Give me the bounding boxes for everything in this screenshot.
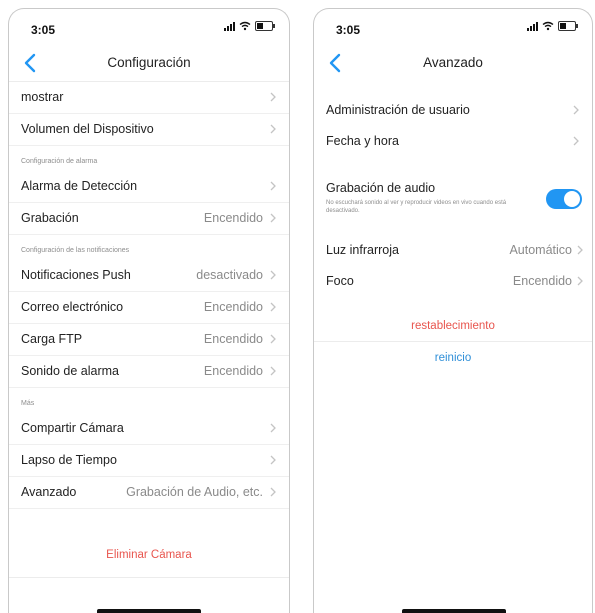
settings-row-ftp[interactable]: Carga FTP Encendido — [9, 324, 289, 356]
row-value: Encendido — [512, 274, 572, 288]
chevron-right-icon — [573, 136, 579, 146]
signal-icon — [527, 21, 538, 31]
status-time: 3:05 — [336, 23, 361, 37]
page-title: Configuración — [107, 55, 191, 70]
settings-row-detection-alarm[interactable]: Alarma de Detección — [9, 171, 289, 203]
battery-icon — [558, 21, 578, 31]
row-label: mostrar — [21, 90, 64, 104]
chevron-right-icon — [270, 124, 276, 134]
home-indicator — [97, 609, 201, 613]
divider — [314, 341, 592, 342]
settings-row-timelapse[interactable]: Lapso de Tiempo — [9, 445, 289, 477]
row-label: Volumen del Dispositivo — [21, 122, 154, 136]
chevron-right-icon — [270, 181, 276, 191]
section-label: Configuración de las notificaciones — [21, 247, 130, 254]
audio-recording-label: Grabación de audio — [326, 181, 436, 195]
settings-row-email[interactable]: Correo electrónico Encendido — [9, 292, 289, 324]
row-value: Encendido — [203, 211, 263, 225]
row-label: Sonido de alarma — [21, 364, 119, 378]
section-header-notifications: Configuración de las notificaciones — [9, 235, 289, 260]
row-value: desactivado — [196, 268, 263, 282]
chevron-right-icon — [270, 366, 276, 376]
settings-row-advanced[interactable]: Avanzado Grabación de Audio, etc. — [9, 477, 289, 509]
page-title: Avanzado — [423, 55, 483, 70]
status-bar: 3:05 — [336, 21, 578, 41]
section-label: Más — [21, 400, 35, 407]
audio-recording-row: Grabación de audio No escuchará sonido a… — [314, 179, 592, 225]
settings-row-spotlight[interactable]: Foco Encendido — [314, 266, 592, 297]
row-value: Encendido — [203, 332, 263, 346]
settings-row-date-time[interactable]: Fecha y hora — [314, 126, 592, 157]
chevron-right-icon — [270, 302, 276, 312]
wifi-icon — [239, 21, 251, 31]
settings-screen: 3:05 Configuración mostrar Volumen del D… — [8, 8, 290, 613]
settings-list: mostrar Volumen del Dispositivo Configur… — [9, 82, 289, 509]
advanced-list-top: Administración de usuario Fecha y hora — [314, 95, 592, 157]
chevron-right-icon — [270, 423, 276, 433]
audio-recording-toggle[interactable] — [546, 189, 582, 209]
advanced-screen: 3:05 Avanzado Administración de usuario … — [313, 8, 593, 613]
chevron-right-icon — [270, 270, 276, 280]
battery-icon — [255, 21, 275, 31]
chevron-right-icon — [270, 334, 276, 344]
row-value: Encendido — [203, 300, 263, 314]
chevron-right-icon — [573, 105, 579, 115]
row-label: Notificaciones Push — [21, 268, 131, 282]
row-label: Foco — [326, 274, 354, 288]
wifi-icon — [542, 21, 554, 31]
row-label: Alarma de Detección — [21, 179, 138, 193]
section-label: Configuración de alarma — [21, 158, 98, 165]
nav-bar: Configuración — [9, 47, 289, 82]
row-value: Automático — [509, 243, 572, 257]
settings-row-volume[interactable]: Volumen del Dispositivo — [9, 114, 289, 146]
status-bar: 3:05 — [31, 21, 275, 41]
divider — [9, 577, 289, 578]
row-label: Luz infrarroja — [326, 243, 399, 257]
settings-row-alarm-sound[interactable]: Sonido de alarma Encendido — [9, 356, 289, 388]
section-header-alarm: Configuración de alarma — [9, 146, 289, 171]
row-value: Encendido — [203, 364, 263, 378]
advanced-list-bottom: Luz infrarroja Automático Foco Encendido — [314, 235, 592, 297]
row-label: Avanzado — [21, 485, 77, 499]
home-indicator — [402, 609, 506, 613]
section-header-more: Más — [9, 388, 289, 413]
row-label: Carga FTP — [21, 332, 83, 346]
settings-row-recording[interactable]: Grabación Encendido — [9, 203, 289, 235]
chevron-right-icon — [577, 276, 583, 286]
settings-row-share-camera[interactable]: Compartir Cámara — [9, 413, 289, 445]
settings-row-push[interactable]: Notificaciones Push desactivado — [9, 260, 289, 292]
chevron-right-icon — [270, 92, 276, 102]
row-value: Grabación de Audio, etc. — [126, 485, 263, 499]
settings-row-mostrar[interactable]: mostrar — [9, 82, 289, 114]
settings-row-user-admin[interactable]: Administración de usuario — [314, 95, 592, 126]
chevron-right-icon — [270, 487, 276, 497]
nav-bar: Avanzado — [314, 47, 592, 81]
chevron-right-icon — [270, 455, 276, 465]
status-time: 3:05 — [31, 23, 56, 37]
settings-row-infrared[interactable]: Luz infrarroja Automático — [314, 235, 592, 266]
audio-recording-description: No escuchará sonido al ver y reproducir … — [326, 200, 507, 214]
delete-camera-button[interactable]: Eliminar Cámara — [9, 549, 289, 561]
row-label: Administración de usuario — [326, 103, 470, 117]
status-icons — [224, 21, 275, 31]
row-label: Compartir Cámara — [21, 421, 124, 435]
reset-button[interactable]: restablecimiento — [314, 320, 592, 332]
status-icons — [527, 21, 578, 31]
row-label: Correo electrónico — [21, 300, 124, 314]
reboot-button[interactable]: reinicio — [314, 352, 592, 364]
row-label: Fecha y hora — [326, 134, 399, 148]
chevron-right-icon — [270, 213, 276, 223]
chevron-right-icon — [577, 245, 583, 255]
signal-icon — [224, 21, 235, 31]
row-label: Grabación — [21, 211, 79, 225]
row-label: Lapso de Tiempo — [21, 453, 117, 467]
